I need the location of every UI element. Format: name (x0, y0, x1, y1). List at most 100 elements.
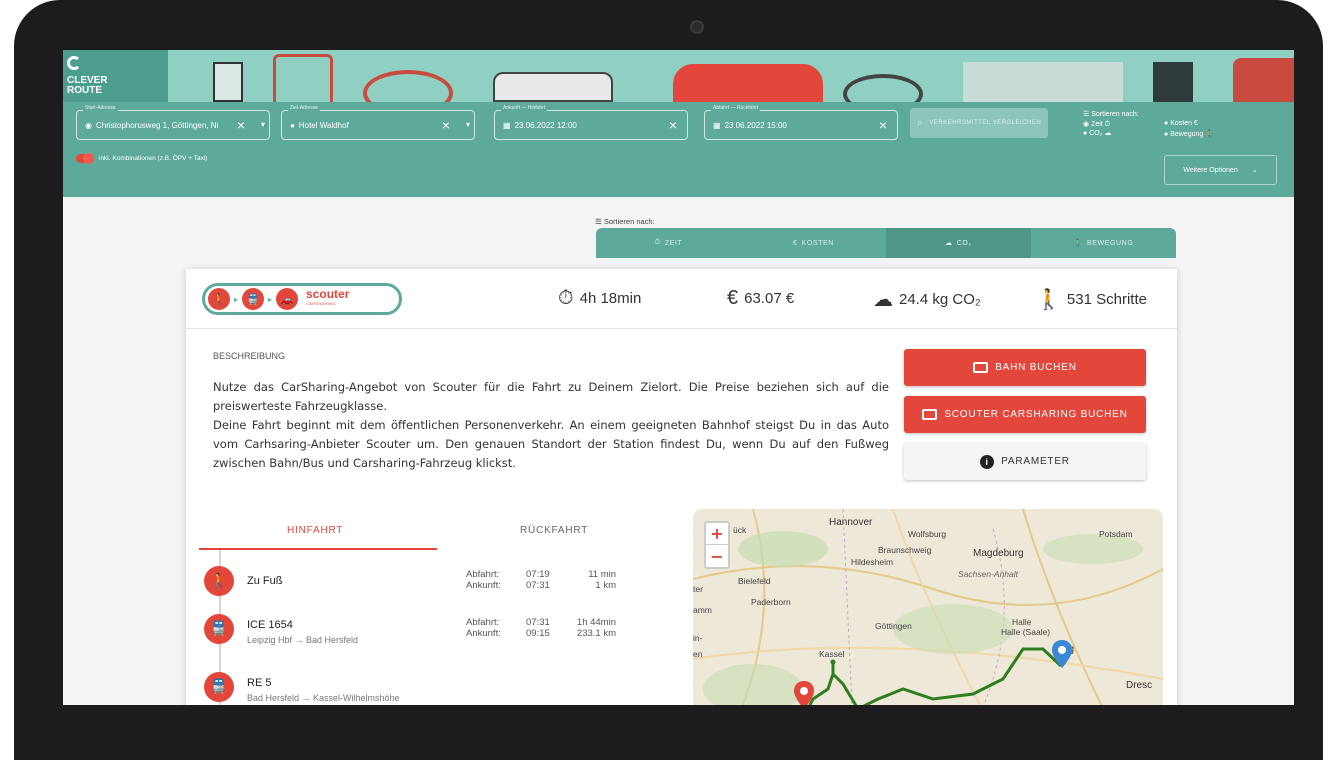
bicycle-illustration-2 (843, 74, 923, 102)
map-label: Paderborn (751, 597, 791, 607)
destination-value: Hotel Waldhof (298, 121, 349, 130)
description-text: Nutze das CarSharing-Angebot von Scouter… (213, 378, 889, 473)
stopwatch-icon: ⏱ (654, 239, 661, 246)
combinations-toggle[interactable] (76, 153, 94, 164)
description-heading: BESCHREIBUNG (213, 351, 286, 361)
sort-option-co2[interactable]: ● CO₂ ☁ (1083, 129, 1139, 137)
cloud-icon: ☁ (873, 289, 893, 311)
book-scouter-button[interactable]: SCOUTER CARSHARING BUCHEN (904, 396, 1146, 433)
train-icon: 🚆 (204, 672, 234, 702)
locate-icon: ◉ (85, 121, 92, 130)
scooter-illustration (273, 54, 333, 102)
clear-icon[interactable]: × (879, 117, 887, 133)
header-banner: CLEVER ROUTE (63, 50, 1294, 102)
destination-label: Ziel-Adresse (288, 105, 321, 111)
list-item[interactable]: 🚆 RE 5 Bad Hersfeld → Kassel-Wilhelmshöh… (204, 672, 664, 705)
tab-sort-co2[interactable]: ☁ CO₂ (886, 228, 1031, 258)
chevron-down-icon[interactable]: ▾ (466, 120, 470, 129)
description-paragraph-1: Nutze das CarSharing-Angebot von Scouter… (213, 380, 889, 413)
departure-value: 23.06.2022 15:00 (724, 121, 787, 130)
train-icon: 🚆 (204, 614, 234, 644)
destination-field[interactable]: Ziel-Adresse ● Hotel Waldhof × ▾ (281, 105, 475, 140)
map-label: Wolfsburg (908, 529, 947, 539)
car-icon: 🚗 (276, 288, 299, 310)
bicycle-illustration (363, 70, 453, 102)
scouter-logo: scouter CARSHARING (306, 287, 350, 306)
start-address-field[interactable]: Start-Adresse ◉ Christophorusweg 1, Götti… (76, 105, 270, 140)
map-label: Magdeburg (973, 548, 1024, 559)
list-item[interactable]: 🚆 ICE 1654 Leipzig Hbf → Bad Hersfeld Ab… (204, 614, 664, 654)
result-summary[interactable]: 🚶 ▸ 🚆 ▸ 🚗 scouter CARSHARING ⏱ 4h 18min €6… (186, 269, 1177, 329)
departure-date-field[interactable]: Abfahrt — Rückfahrt ▦ 23.06.2022 15:00 × (704, 105, 898, 140)
map-label: Göttingen (875, 621, 912, 631)
co2-metric: ☁ 24.4 kg CO₂ (873, 289, 981, 311)
info-icon: i (980, 454, 995, 469)
map-label: Kassel (819, 649, 845, 659)
more-options-label: Weitere Optionen (1183, 166, 1238, 174)
duration-metric: ⏱ 4h 18min (558, 287, 642, 309)
walk-icon: 🚶 (204, 566, 234, 596)
person-illustration (1153, 62, 1193, 102)
transport-chain: 🚶 ▸ 🚆 ▸ 🚗 scouter CARSHARING (202, 283, 402, 315)
chevron-down-icon: ⌄ (1251, 167, 1258, 174)
train-icon: 🚆 (242, 288, 265, 310)
start-address-value: Christophorusweg 1, Göttingen, Ni (95, 121, 219, 130)
map-label: amm (693, 605, 712, 615)
cost-metric: €63.07 € (727, 287, 795, 309)
start-address-label: Start-Adresse (83, 105, 118, 111)
tab-sort-bewegung[interactable]: 🚶 BEWEGUNG (1031, 228, 1176, 258)
map-label: Halle (Saale) (1001, 627, 1051, 637)
search-icon: ⌕ (916, 116, 924, 129)
compare-button[interactable]: ⌕ VERKEHRSMITTEL VERGLEICHEN (910, 108, 1048, 138)
departure-label: Abfahrt — Rückfahrt (711, 105, 761, 111)
arrival-date-field[interactable]: Ankunft — Hinfahrt ▦ 23.06.2022 12:00 × (494, 105, 688, 140)
cloud-icon: ☁ (945, 240, 953, 247)
map-label: Halle (1012, 617, 1032, 627)
map-label: Potsdam (1099, 529, 1133, 539)
parameter-button[interactable]: i PARAMETER (904, 443, 1146, 480)
clever-route-logo[interactable]: CLEVER ROUTE (63, 50, 168, 102)
map-label: Dresc (1126, 680, 1153, 691)
arrival-label: Ankunft — Hinfahrt (501, 105, 548, 111)
sort-option-kosten[interactable]: ● Kosten € (1164, 120, 1198, 127)
bus-illustration (493, 72, 613, 102)
logo-text-2: ROUTE (67, 85, 102, 96)
compare-label: VERKEHRSMITTEL VERGLEICHEN (929, 120, 1042, 126)
chevron-right-icon: ▸ (268, 294, 273, 304)
zoom-out-button[interactable]: − (706, 545, 728, 567)
walking-icon: 🚶 (1036, 289, 1061, 311)
leg-name: ICE 1654 (247, 619, 293, 631)
result-card: 🚶 ▸ 🚆 ▸ 🚗 scouter CARSHARING ⏱ 4h 18min €6… (186, 269, 1177, 705)
clear-icon[interactable]: × (669, 117, 677, 133)
stopwatch-icon: ⏱ (558, 287, 574, 309)
map-label: in- (693, 633, 703, 643)
tab-sort-kosten[interactable]: € KOSTEN (741, 228, 886, 258)
list-item[interactable]: 🚶 Zu Fuß Abfahrt: 07:19 11 min Ankunft: 07:… (204, 566, 664, 606)
book-train-button[interactable]: BAHN BUCHEN (904, 349, 1146, 386)
tab-hinfahrt[interactable]: HINFAHRT (287, 525, 343, 536)
route-map[interactable]: + − Hannover Wolfsburg Braunschweig Magd… (693, 509, 1163, 705)
zoom-in-button[interactable]: + (706, 523, 728, 545)
combinations-label: inkl. Kombinationen (z.B. ÖPV + Taxi) (99, 155, 208, 162)
sort-option-bewegung[interactable]: ● Bewegung 🚶 (1164, 130, 1214, 138)
logo-icon (67, 56, 81, 70)
sort-tabs: ⏱ ZEIT € KOSTEN ☁ CO₂ 🚶 BEWEGUNG (596, 228, 1176, 258)
camera-icon (690, 20, 704, 34)
sort-title: ☰ Sortieren nach: (1083, 111, 1139, 118)
destination-marker-icon[interactable] (1052, 640, 1072, 668)
tab-sort-zeit[interactable]: ⏱ ZEIT (596, 228, 741, 258)
location-pin-icon: ● (290, 121, 295, 130)
clear-icon[interactable]: × (237, 117, 245, 133)
leg-route: Leipzig Hbf → Bad Hersfeld (247, 635, 359, 645)
map-label: Hannover (829, 517, 873, 528)
leg-route: Bad Hersfeld → Kassel-Wilhelmshöhe (247, 693, 400, 703)
chevron-down-icon[interactable]: ▾ (261, 120, 265, 129)
zoom-control: + − (704, 521, 730, 569)
leg-times: Abfahrt: 07:31 1h 44min Ankunft: 09:15 233.1… (466, 617, 616, 639)
sort-option-zeit[interactable]: ◉ Zeit ⏱ (1083, 120, 1139, 129)
clear-icon[interactable]: × (442, 117, 450, 133)
map-label: Hildesheim (851, 557, 894, 567)
tab-rueckfahrt[interactable]: RÜCKFAHRT (520, 525, 588, 536)
more-options-dropdown[interactable]: Weitere Optionen ⌄ (1164, 155, 1277, 185)
start-marker-icon[interactable] (794, 681, 814, 705)
